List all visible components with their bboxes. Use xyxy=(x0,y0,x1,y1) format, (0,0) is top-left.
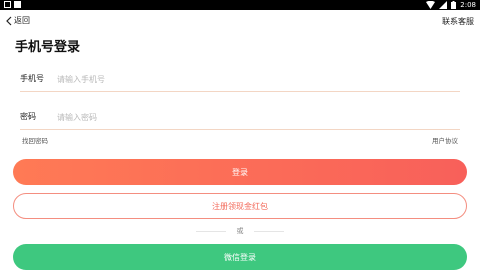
user-agreement-link[interactable]: 用户协议 xyxy=(432,135,458,145)
or-divider: 或 xyxy=(0,225,480,237)
divider-line-right xyxy=(254,231,284,232)
phone-input[interactable] xyxy=(57,70,437,88)
page-title: 手机号登录 xyxy=(15,40,81,55)
status-bar-system: 2:08 xyxy=(426,0,476,10)
signal-icon xyxy=(439,1,448,9)
battery-icon xyxy=(451,1,457,9)
password-field: 密码 xyxy=(20,106,460,130)
login-button[interactable]: 登录 xyxy=(13,159,467,185)
password-label: 密码 xyxy=(20,112,36,121)
chevron-left-icon xyxy=(6,16,12,25)
wifi-icon xyxy=(426,1,436,9)
phone-field: 手机号 xyxy=(20,68,460,92)
customer-service-link[interactable]: 联系客服 xyxy=(442,16,474,27)
notification-icon xyxy=(4,1,11,8)
status-time: 2:08 xyxy=(460,1,476,9)
or-label: 或 xyxy=(236,227,244,235)
app-icon xyxy=(14,1,21,8)
back-button[interactable]: 返回 xyxy=(6,15,30,26)
status-bar-notifications xyxy=(4,1,21,8)
wechat-login-button[interactable]: 微信登录 xyxy=(13,244,467,270)
phone-label: 手机号 xyxy=(20,74,44,83)
status-bar: 2:08 xyxy=(0,0,480,10)
back-label: 返回 xyxy=(14,16,30,25)
password-input[interactable] xyxy=(57,108,437,126)
forgot-password-link[interactable]: 找回密码 xyxy=(22,135,48,145)
top-bar: 返回 联系客服 xyxy=(0,12,480,32)
register-button[interactable]: 注册领现金红包 xyxy=(13,193,467,219)
